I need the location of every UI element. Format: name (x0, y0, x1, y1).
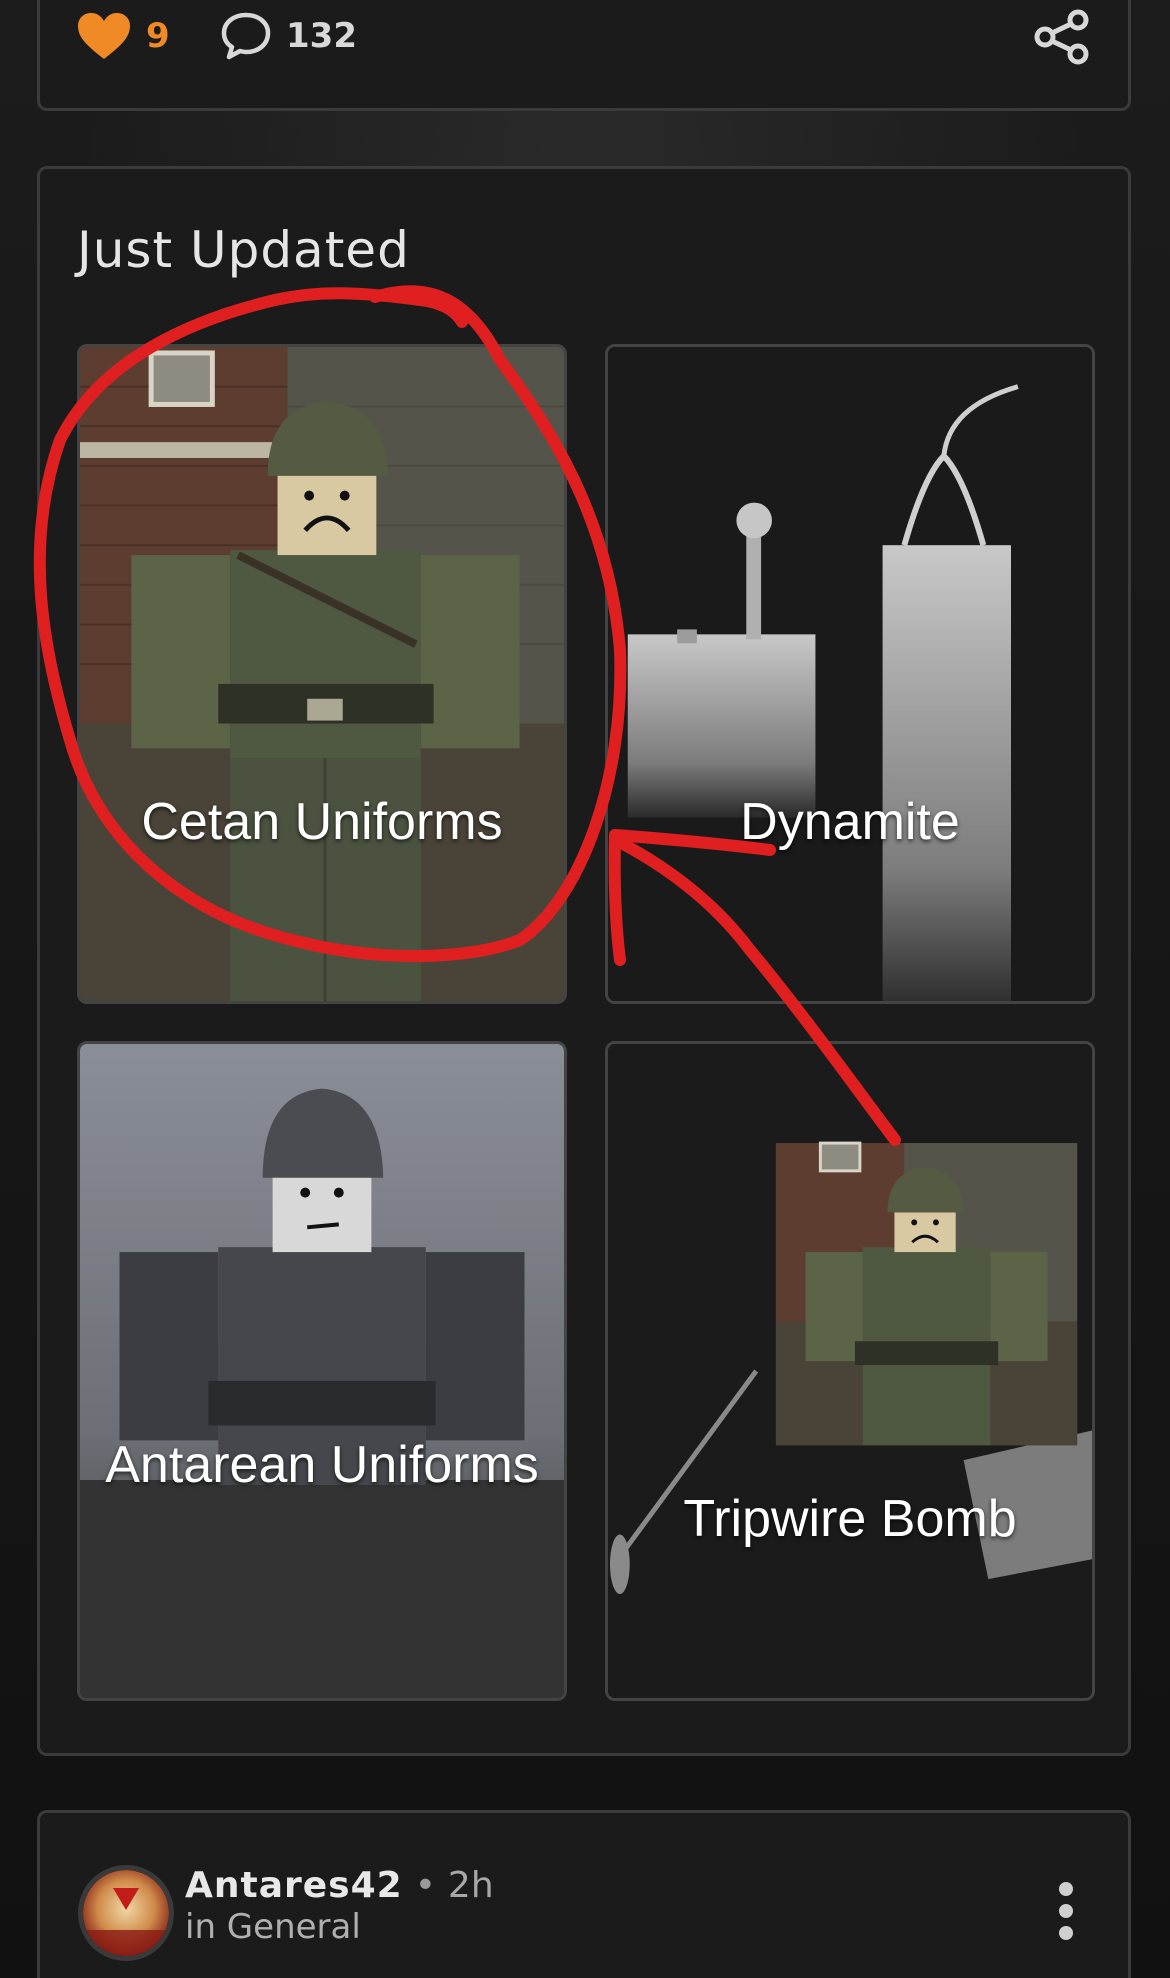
author-line: Antares42 • 2h (185, 1865, 494, 1906)
post-time: 2h (447, 1865, 494, 1906)
heart-icon (78, 13, 130, 59)
tripwire-bomb-image (608, 1044, 1092, 1698)
like-count: 9 (146, 16, 170, 56)
tile-label: Antarean Uniforms (105, 1436, 539, 1494)
separator-dot: • (414, 1865, 436, 1906)
tile-tripwire-bomb[interactable]: Tripwire Bomb (605, 1041, 1095, 1701)
kebab-menu-icon (1059, 1882, 1073, 1940)
share-button[interactable] (1032, 9, 1092, 69)
comment-button[interactable]: 132 (220, 11, 357, 61)
tile-label: Tripwire Bomb (683, 1490, 1017, 1548)
dynamite-image (608, 347, 1092, 1001)
share-icon (1034, 9, 1089, 65)
section-title: Just Updated (77, 221, 410, 279)
like-button[interactable]: 9 (76, 11, 170, 61)
more-options-button[interactable] (1056, 1881, 1076, 1945)
tile-label: Cetan Uniforms (141, 793, 503, 851)
antarean-soldier-image (80, 1044, 564, 1698)
tile-cetan-uniforms[interactable]: Cetan Uniforms (77, 344, 567, 1004)
speech-bubble-icon (221, 12, 271, 60)
tile-dynamite[interactable]: Dynamite (605, 344, 1095, 1004)
author-name[interactable]: Antares42 (185, 1865, 403, 1906)
tile-label: Dynamite (740, 793, 960, 851)
post-card: Antares42 • 2h in General (37, 1810, 1131, 1978)
author-avatar[interactable] (78, 1865, 174, 1961)
avatar-image (83, 1870, 169, 1956)
tile-antarean-uniforms[interactable]: Antarean Uniforms (77, 1041, 567, 1701)
comment-count: 132 (286, 16, 357, 56)
cetan-soldier-image (80, 347, 564, 1001)
post-community[interactable]: in General (185, 1907, 361, 1947)
post-action-bar: 9 132 (37, 0, 1131, 111)
just-updated-section: Just Updated Cetan Uniforms Dynamite Ant… (37, 166, 1131, 1756)
